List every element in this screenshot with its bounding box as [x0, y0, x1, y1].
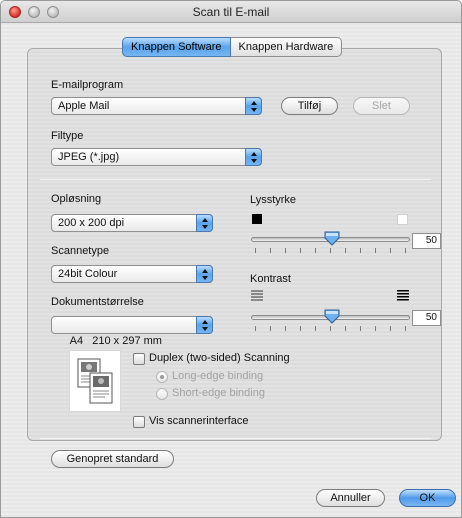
- contrast-ticks: [255, 326, 410, 331]
- duplex-label: Duplex (two-sided) Scanning: [149, 352, 290, 364]
- scan-to-email-window: Scan til E-mail Knappen Software Knappen…: [0, 0, 462, 518]
- title-bar: Scan til E-mail: [1, 1, 461, 23]
- restore-defaults-button[interactable]: Genopret standard: [51, 450, 174, 468]
- filetype-label: Filtype: [51, 130, 84, 142]
- brightness-ticks: [255, 248, 410, 253]
- scanner-interface-label: Vis scannerinterface: [149, 415, 249, 427]
- email-program-select[interactable]: Apple Mail: [51, 97, 262, 115]
- duplex-preview: [69, 350, 121, 412]
- ok-button[interactable]: OK: [399, 489, 456, 507]
- popup-arrows-icon: [196, 214, 213, 232]
- brightness-slider-thumb[interactable]: [324, 231, 340, 246]
- scantype-select[interactable]: 24bit Colour: [51, 265, 213, 283]
- resolution-label: Opløsning: [51, 193, 102, 205]
- popup-arrows-icon: [245, 148, 262, 166]
- docsize-value: A4 210 x 297 mm: [69, 335, 162, 347]
- contrast-slider-thumb[interactable]: [324, 309, 340, 324]
- duplex-checkbox[interactable]: [133, 353, 145, 365]
- long-edge-radio[interactable]: [156, 371, 168, 383]
- filetype-value: JPEG (*.jpg): [58, 151, 120, 163]
- tab-software[interactable]: Knappen Software: [122, 37, 231, 57]
- cancel-button[interactable]: Annuller: [316, 489, 385, 507]
- short-edge-label: Short-edge binding: [172, 387, 265, 399]
- filetype-select[interactable]: JPEG (*.jpg): [51, 148, 262, 166]
- duplex-document-icon: [77, 358, 113, 404]
- popup-arrows-icon: [196, 316, 213, 334]
- contrast-label: Kontrast: [250, 273, 291, 285]
- long-edge-label: Long-edge binding: [172, 370, 264, 382]
- short-edge-radio[interactable]: [156, 388, 168, 400]
- high-contrast-icon: [397, 290, 409, 301]
- contrast-value[interactable]: 50: [412, 310, 441, 326]
- resolution-select[interactable]: 200 x 200 dpi: [51, 214, 213, 232]
- scantype-value: 24bit Colour: [58, 268, 118, 280]
- low-contrast-icon: [251, 290, 263, 301]
- section-divider: [40, 179, 431, 180]
- white-square-icon: [397, 214, 408, 225]
- delete-button[interactable]: Slet: [353, 97, 410, 115]
- email-program-value: Apple Mail: [58, 100, 110, 112]
- tab-bar: Knappen Software Knappen Hardware: [122, 37, 343, 57]
- resolution-value: 200 x 200 dpi: [58, 217, 125, 229]
- docsize-label: Dokumentstørrelse: [51, 296, 144, 308]
- add-button[interactable]: Tilføj: [281, 97, 338, 115]
- window-title: Scan til E-mail: [192, 5, 270, 19]
- brightness-value[interactable]: 50: [412, 233, 441, 249]
- tab-hardware[interactable]: Knappen Hardware: [230, 37, 343, 57]
- section-divider: [40, 438, 431, 439]
- docsize-select[interactable]: A4 210 x 297 mm: [51, 316, 213, 347]
- scanner-interface-checkbox[interactable]: [133, 416, 145, 428]
- popup-arrows-icon: [196, 265, 213, 283]
- popup-arrows-icon: [245, 97, 262, 115]
- black-square-icon: [252, 214, 262, 224]
- email-program-label: E-mailprogram: [51, 79, 124, 91]
- scantype-label: Scannetype: [51, 245, 110, 257]
- brightness-label: Lysstyrke: [250, 194, 297, 206]
